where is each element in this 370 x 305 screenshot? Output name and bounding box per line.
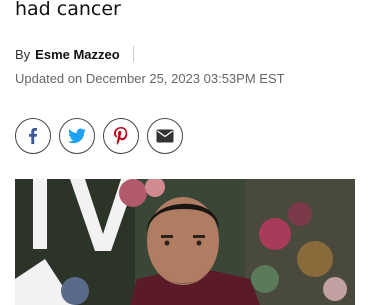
updated-timestamp: Updated on December 25, 2023 03:53PM EST — [15, 71, 285, 86]
facebook-share-button[interactable] — [15, 118, 51, 154]
share-bar — [15, 118, 183, 154]
article-hero-image — [15, 179, 355, 305]
twitter-share-button[interactable] — [59, 118, 95, 154]
byline: By Esme Mazzeo — [15, 46, 134, 62]
email-share-button[interactable] — [147, 118, 183, 154]
pinterest-share-button[interactable] — [103, 118, 139, 154]
article-headline: had cancer — [15, 0, 121, 20]
hero-photo-illustration — [15, 179, 355, 305]
byline-divider — [132, 46, 134, 62]
facebook-icon — [29, 128, 37, 144]
pinterest-icon — [114, 127, 128, 145]
twitter-icon — [68, 128, 86, 144]
byline-prefix: By — [15, 46, 31, 62]
author-link[interactable]: Esme Mazzeo — [35, 47, 120, 62]
email-icon — [156, 129, 174, 143]
